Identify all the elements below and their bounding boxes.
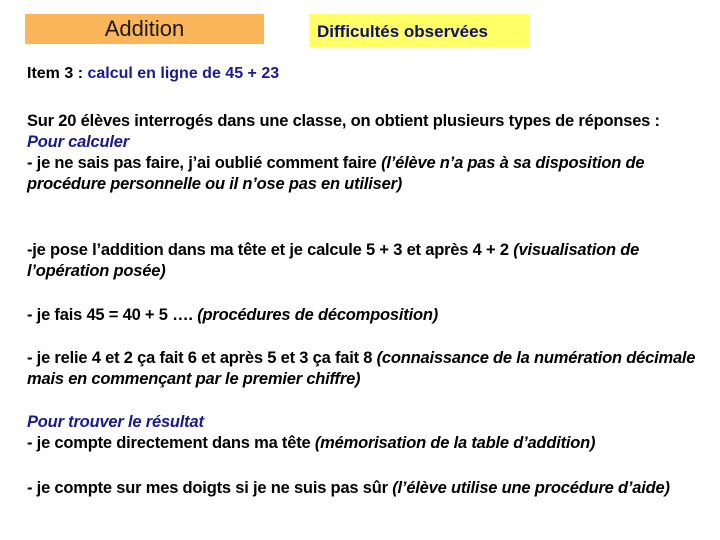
intro-block: Sur 20 élèves interrogés dans une classe… xyxy=(27,111,717,195)
page-subtitle: Difficultés observées xyxy=(317,22,489,41)
page-title: Addition xyxy=(104,16,185,41)
response-item: - je compte sur mes doigts si je ne suis… xyxy=(27,478,717,499)
subtitle-box: Difficultés observées xyxy=(309,14,529,47)
item-label: Item 3 : xyxy=(27,65,88,82)
response-text: - je compte sur mes doigts si je ne suis… xyxy=(27,479,393,497)
response-item: - je ne sais pas faire, j’ai oublié comm… xyxy=(27,153,717,195)
section-heading-calculer: Pour calculer xyxy=(27,133,129,151)
response-item: - je relie 4 et 2 ça fait 6 et après 5 e… xyxy=(27,348,717,390)
item-description: calcul en ligne de 45 + 23 xyxy=(87,65,280,82)
response-note: (mémorisation de la table d’addition) xyxy=(314,434,596,452)
section-heading-resultat: Pour trouver le résultat xyxy=(27,413,204,431)
response-item: - je fais 45 = 40 + 5 …. (procédures de … xyxy=(27,305,717,326)
response-text: - je fais 45 = 40 + 5 …. xyxy=(27,306,198,324)
response-text: - je ne sais pas faire, j’ai oublié comm… xyxy=(27,154,382,172)
response-note: (procédures de décomposition) xyxy=(197,306,439,324)
response-item: - je compte directement dans ma tête (mé… xyxy=(27,433,717,454)
response-text: - je compte directement dans ma tête xyxy=(27,434,315,452)
resultat-block: Pour trouver le résultat - je compte dir… xyxy=(27,412,717,454)
response-item: -je pose l’addition dans ma tête et je c… xyxy=(27,240,717,282)
response-note: (l’élève utilise une procédure d’aide) xyxy=(392,479,670,497)
intro-text: Sur 20 élèves interrogés dans une classe… xyxy=(27,112,660,130)
response-text: -je pose l’addition dans ma tête et je c… xyxy=(27,241,514,259)
item-heading: Item 3 : calcul en ligne de 45 + 23 xyxy=(27,65,279,83)
response-text: - je relie 4 et 2 ça fait 6 et après 5 e… xyxy=(27,349,377,367)
title-box: Addition xyxy=(25,14,264,44)
